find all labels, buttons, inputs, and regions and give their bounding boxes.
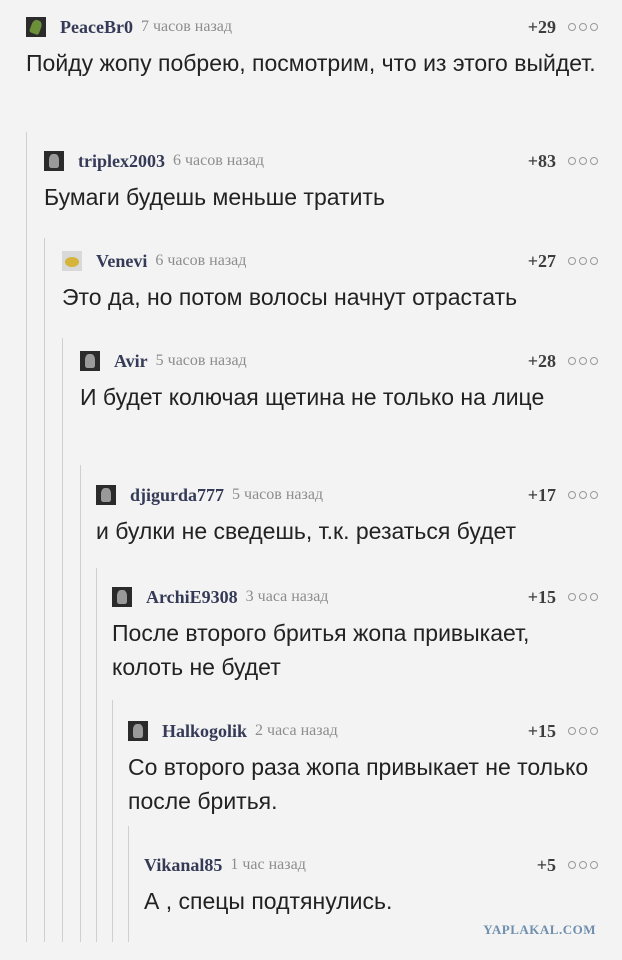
comment-text: Со второго раза жопа привыкает не только… — [128, 754, 589, 814]
comment-text: и булки не сведешь, т.к. резаться будет — [96, 518, 517, 544]
timestamp: 5 часов назад — [155, 352, 247, 369]
rating-score: +15 — [527, 586, 556, 607]
comment-text: И будет колючая щетина не только на лице — [80, 384, 545, 410]
comment: ArchiE9308 3 часа назад +15 После второг… — [112, 584, 598, 684]
comment-meta: Halkogolik 2 часа назад +15 — [128, 718, 598, 744]
rating-score: +17 — [527, 484, 556, 505]
comment: Venevi 6 часов назад +27 Это да, но пото… — [62, 248, 598, 314]
comment: PeaceBr0 7 часов назад +29 Пойду жопу по… — [26, 14, 598, 80]
comment-meta: Vikanal85 1 час назад +5 — [144, 852, 598, 878]
username[interactable]: triplex2003 — [78, 151, 165, 172]
thread-line — [80, 465, 81, 942]
thread-line — [62, 338, 63, 942]
more-options-icon[interactable] — [568, 861, 598, 869]
comment: djigurda777 5 часов назад +17 и булки не… — [96, 482, 598, 548]
timestamp: 6 часов назад — [173, 152, 265, 169]
timestamp: 5 часов назад — [232, 486, 324, 503]
rating-score: +27 — [527, 250, 556, 271]
comment-meta: Venevi 6 часов назад +27 — [62, 248, 598, 274]
comment: Avir 5 часов назад +28 И будет колючая щ… — [80, 348, 598, 414]
rating-score: +15 — [527, 720, 556, 741]
timestamp: 6 часов назад — [155, 252, 247, 269]
timestamp: 2 часа назад — [255, 722, 338, 739]
thread-line — [96, 568, 97, 942]
more-options-icon[interactable] — [568, 727, 598, 735]
comment-meta: djigurda777 5 часов назад +17 — [96, 482, 598, 508]
more-options-icon[interactable] — [568, 23, 598, 31]
thread-line — [26, 132, 27, 942]
username[interactable]: Vikanal85 — [144, 855, 222, 876]
comment-text: Это да, но потом волосы начнут отрастать — [62, 284, 518, 310]
avatar-icon[interactable] — [96, 485, 116, 505]
comment-text: Пойду жопу побрею, посмотрим, что из это… — [26, 50, 596, 76]
thread-line — [128, 826, 129, 942]
comment-text: Бумаги будешь меньше тратить — [44, 184, 385, 210]
comment-meta: PeaceBr0 7 часов назад +29 — [26, 14, 598, 40]
comment-meta: ArchiE9308 3 часа назад +15 — [112, 584, 598, 610]
timestamp: 3 часа назад — [245, 588, 329, 605]
timestamp: 1 час назад — [230, 856, 306, 873]
rating-score: +29 — [527, 16, 556, 37]
avatar-icon[interactable] — [128, 721, 148, 741]
bee-icon[interactable] — [62, 251, 82, 271]
username[interactable]: PeaceBr0 — [60, 17, 133, 38]
avatar-icon[interactable] — [44, 151, 64, 171]
thread-line — [112, 700, 113, 942]
avatar-icon[interactable] — [80, 351, 100, 371]
username[interactable]: ArchiE9308 — [146, 587, 238, 608]
comment-text: После второго бритья жопа привыкает, кол… — [112, 620, 530, 680]
more-options-icon[interactable] — [568, 157, 598, 165]
more-options-icon[interactable] — [568, 257, 598, 265]
comment-meta: triplex2003 6 часов назад +83 — [44, 148, 598, 174]
username[interactable]: Avir — [114, 351, 148, 372]
comment: triplex2003 6 часов назад +83 Бумаги буд… — [44, 148, 598, 214]
comment-meta: Avir 5 часов назад +28 — [80, 348, 598, 374]
username[interactable]: Halkogolik — [162, 721, 247, 742]
avatar-icon[interactable] — [112, 587, 132, 607]
username[interactable]: djigurda777 — [130, 485, 224, 506]
comment-text: А , спецы подтянулись. — [144, 888, 393, 914]
timestamp: 7 часов назад — [140, 18, 232, 35]
rating-score: +83 — [527, 150, 556, 171]
more-options-icon[interactable] — [568, 357, 598, 365]
username[interactable]: Venevi — [96, 251, 147, 272]
rating-score: +5 — [536, 854, 556, 875]
leaf-icon[interactable] — [26, 17, 46, 37]
watermark: YAPLAKAL.COM — [483, 922, 596, 937]
more-options-icon[interactable] — [568, 593, 598, 601]
more-options-icon[interactable] — [568, 491, 598, 499]
comment: Halkogolik 2 часа назад +15 Со второго р… — [128, 718, 598, 818]
comment: Vikanal85 1 час назад +5 А , спецы подтя… — [144, 852, 598, 918]
thread-line — [44, 238, 45, 942]
rating-score: +28 — [527, 350, 556, 371]
